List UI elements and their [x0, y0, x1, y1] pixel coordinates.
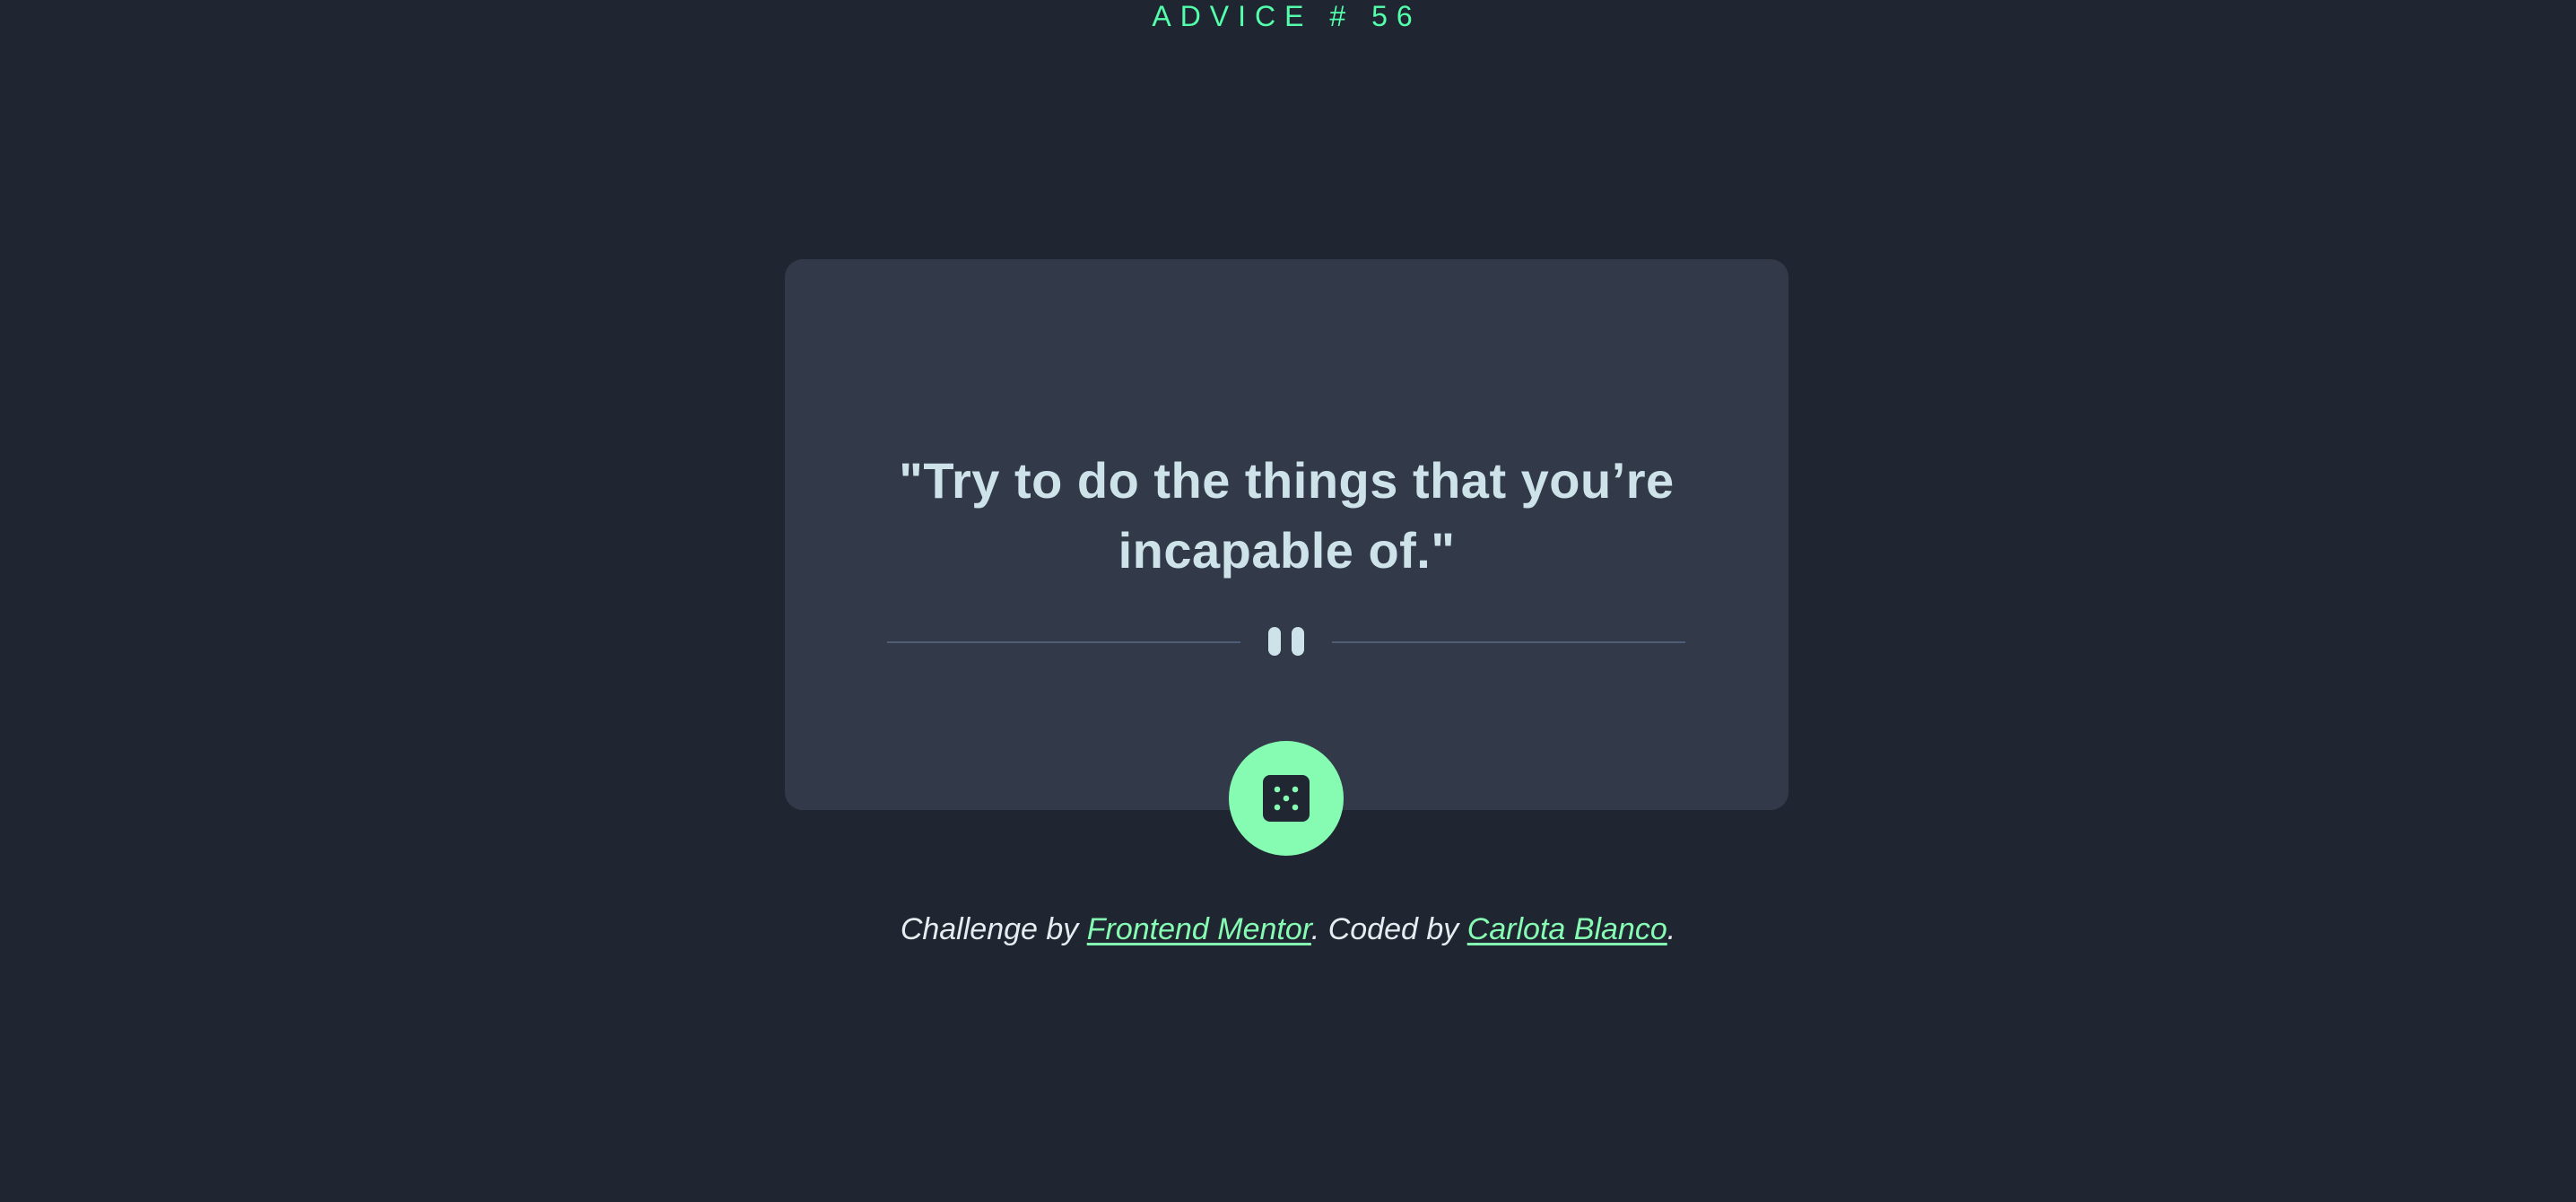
- frontend-mentor-link[interactable]: Frontend Mentor: [1087, 912, 1311, 946]
- attribution: Challenge by Frontend Mentor. Coded by C…: [0, 911, 2576, 947]
- pause-icon: [1266, 625, 1306, 658]
- attribution-text-2: . Coded by: [1310, 912, 1467, 946]
- advice-card: ADVICE # 56 "Try to do the things that y…: [785, 0, 1788, 810]
- page: ADVICE # 56 "Try to do the things that y…: [0, 0, 2576, 1202]
- dice-icon: [1263, 775, 1310, 822]
- divider: [887, 625, 1685, 658]
- advice-number: ADVICE # 56: [1152, 0, 1422, 32]
- advice-quote: "Try to do the things that you’re incapa…: [899, 452, 1675, 579]
- attribution-text-1: Challenge by: [900, 912, 1087, 946]
- author-link[interactable]: Carlota Blanco: [1467, 912, 1667, 946]
- attribution-text-3: .: [1667, 912, 1676, 946]
- generate-advice-button[interactable]: [1229, 741, 1344, 856]
- pause-bar-left: [1268, 627, 1281, 656]
- pause-bar-right: [1292, 627, 1304, 656]
- divider-line-right: [1332, 641, 1685, 643]
- divider-line-left: [887, 641, 1240, 643]
